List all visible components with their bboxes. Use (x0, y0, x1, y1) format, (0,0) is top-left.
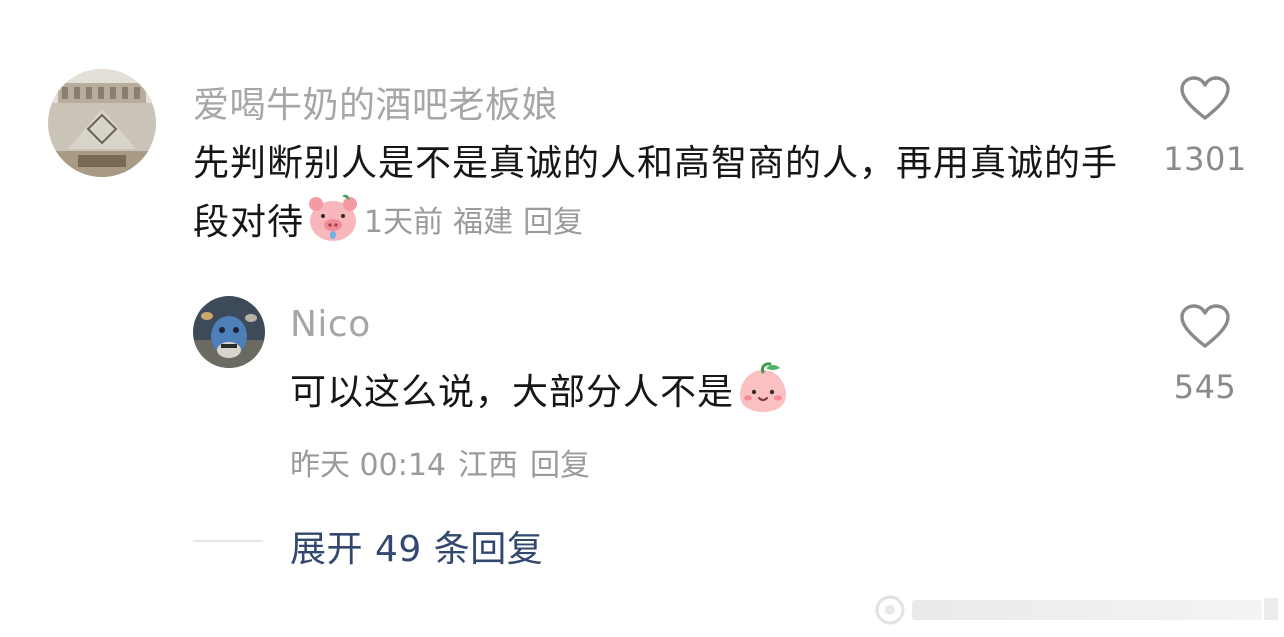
expand-divider (193, 540, 263, 542)
comment-time: 1天前 (364, 205, 444, 240)
reply-body: 可以这么说，大部分人不是 (290, 372, 735, 413)
reply-button[interactable]: 回复 (530, 448, 590, 483)
expand-replies-button[interactable]: 展开 49 条回复 (290, 520, 543, 572)
peach-face-emoji (736, 362, 790, 414)
heart-icon (1180, 76, 1230, 120)
reply-like-button[interactable]: 545 (1150, 304, 1260, 406)
reply-avatar[interactable] (193, 296, 265, 368)
reply-like-count: 545 (1173, 368, 1237, 406)
watermark (870, 588, 1280, 628)
reply-time: 昨天 00:14 (290, 448, 446, 483)
heart-icon (1180, 304, 1230, 348)
pig-face-emoji (306, 192, 360, 244)
comment-location: 福建 (453, 205, 514, 240)
user-avatar[interactable] (48, 69, 156, 177)
like-count: 1301 (1163, 140, 1247, 178)
reply-location: 江西 (458, 448, 518, 483)
reply-button[interactable]: 回复 (523, 205, 583, 240)
username[interactable]: 爱喝牛奶的酒吧老板娘 (193, 76, 558, 128)
like-button[interactable]: 1301 (1150, 76, 1260, 178)
reply-meta: 昨天 00:14 江西 回复 (290, 440, 602, 484)
reply-text: 可以这么说，大部分人不是 (290, 362, 1140, 421)
comment-text: 先判断别人是不是真诚的人和高智商的人，再用真诚的手段对待 1天前 福建 回复 (193, 135, 1123, 251)
reply-username[interactable]: Nico (290, 304, 371, 345)
comment-meta: 1天前 福建 回复 (364, 205, 593, 240)
